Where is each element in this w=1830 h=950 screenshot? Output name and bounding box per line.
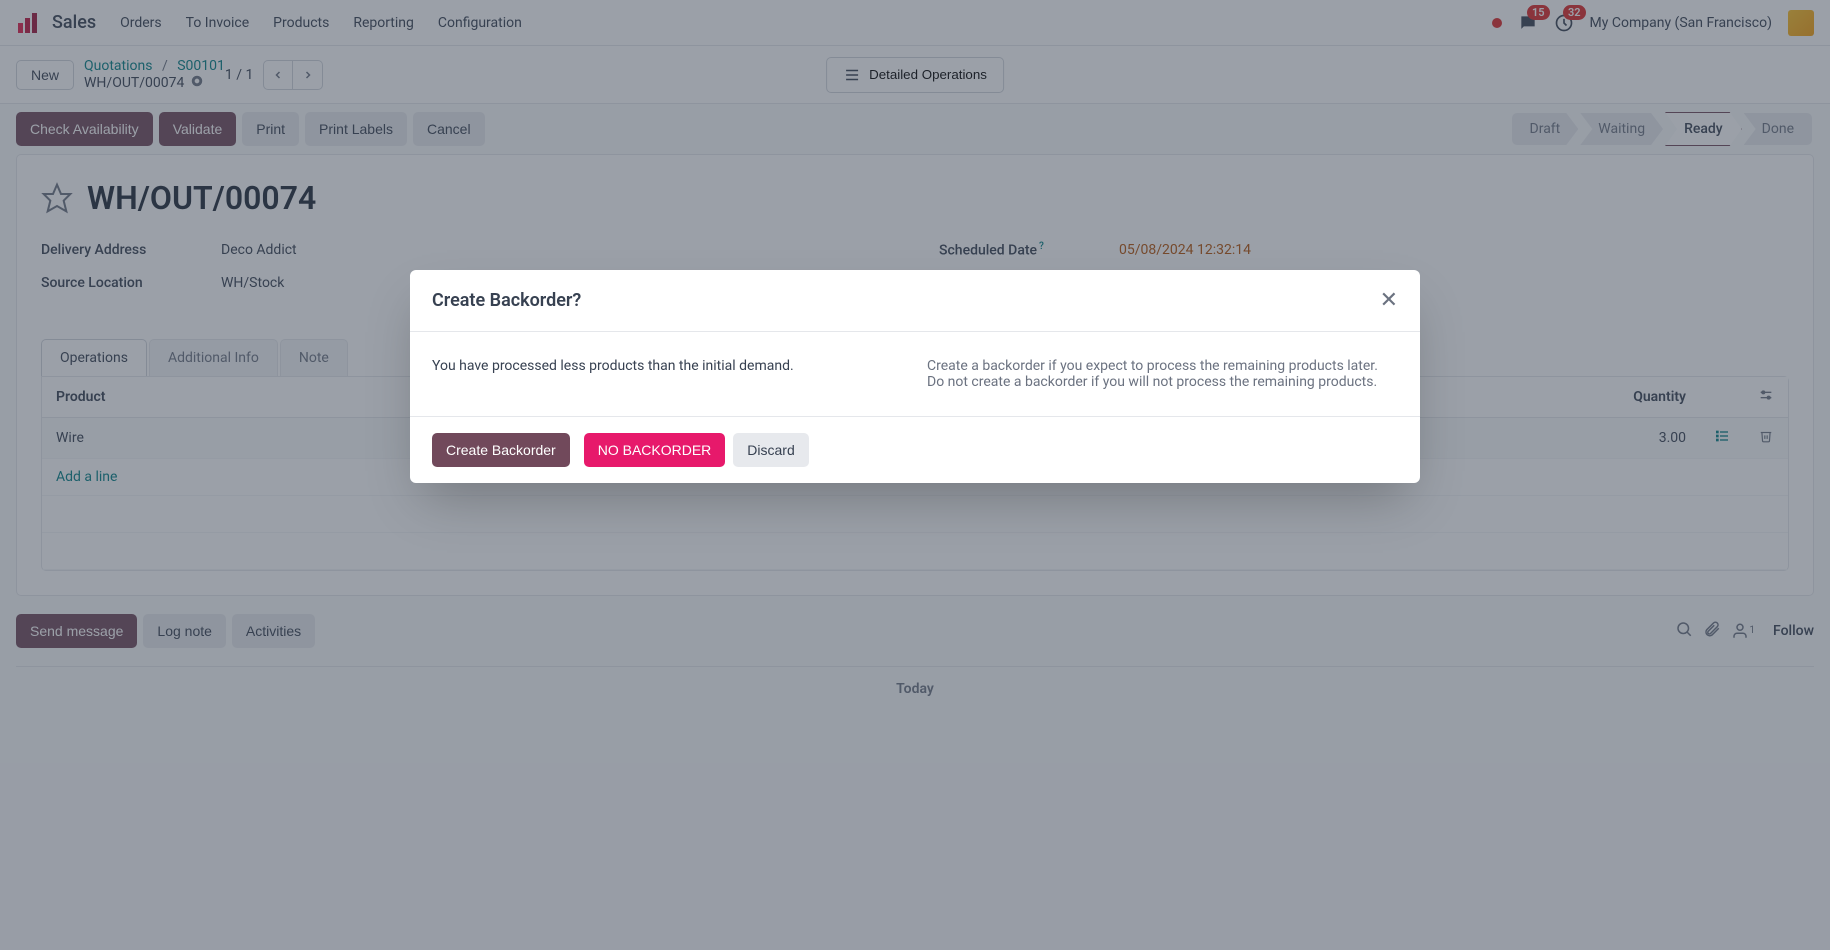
modal-message-left: You have processed less products than th… [432, 358, 903, 390]
modal-title: Create Backorder? [432, 290, 581, 311]
modal-overlay[interactable]: Create Backorder? ✕ You have processed l… [0, 0, 1830, 950]
modal-message-right: Create a backorder if you expect to proc… [927, 358, 1398, 390]
no-backorder-button[interactable]: NO BACKORDER [584, 433, 726, 467]
create-backorder-button[interactable]: Create Backorder [432, 433, 570, 467]
backorder-modal: Create Backorder? ✕ You have processed l… [410, 270, 1420, 483]
close-icon[interactable]: ✕ [1380, 288, 1398, 313]
discard-button[interactable]: Discard [733, 433, 808, 467]
